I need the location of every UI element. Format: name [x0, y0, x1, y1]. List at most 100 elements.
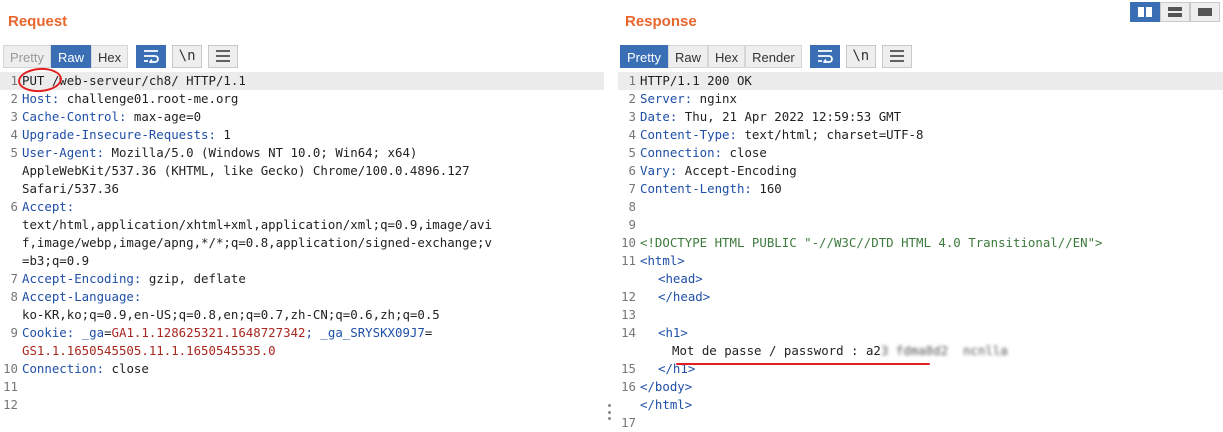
header-name: Host:: [22, 91, 60, 106]
response-show-newlines-button[interactable]: \n: [845, 44, 876, 68]
line-number: 7: [10, 271, 18, 286]
request-header-line: 6 Accept:: [0, 198, 604, 216]
request-header-line: 10 Connection: close: [0, 360, 604, 378]
request-method: PUT: [22, 73, 45, 88]
line-number: 2: [10, 91, 18, 106]
header-value: close: [722, 145, 767, 160]
header-value-continued: Safari/537.36: [22, 181, 119, 196]
header-value-continued: text/html,application/xhtml+xml,applicat…: [22, 217, 492, 232]
cookie-value: GS1.1.1650545505.11.1.1650545535.0: [22, 343, 276, 358]
request-editor[interactable]: 1 PUT /web-serveur/ch8/ HTTP/1.1 2 Host: …: [0, 72, 604, 432]
menu-icon: [216, 50, 231, 62]
header-name: Upgrade-Insecure-Requests:: [22, 127, 216, 142]
response-tab-render[interactable]: Render: [745, 44, 802, 68]
h1-close-tag: </h1>: [658, 361, 696, 376]
line-number: 7: [628, 181, 636, 196]
request-empty-line: 11: [0, 378, 604, 396]
line-number: 12: [3, 397, 18, 412]
request-pane: Request Pretty Raw Hex \n 1 PUT /web-ser…: [0, 0, 604, 432]
response-header-line: 7 Content-Length: 160: [618, 180, 1223, 198]
line-number: 5: [10, 145, 18, 160]
request-line-1: 1 PUT /web-serveur/ch8/ HTTP/1.1: [0, 72, 604, 90]
line-number: 2: [628, 91, 636, 106]
line-number: 4: [10, 127, 18, 142]
header-value: Thu, 21 Apr 2022 12:59:53 GMT: [677, 109, 902, 124]
request-tab-raw[interactable]: Raw: [50, 44, 91, 68]
line-number: 3: [628, 109, 636, 124]
request-wrapped-line: ko-KR,ko;q=0.9,en-US;q=0.8,en;q=0.7,zh-C…: [0, 306, 604, 324]
pane-splitter[interactable]: [608, 404, 612, 420]
line-number: 1: [10, 73, 18, 88]
layout-side-by-side-button[interactable]: [1130, 2, 1160, 22]
request-wrap-lines-button[interactable]: [136, 44, 167, 68]
header-name: User-Agent:: [22, 145, 105, 160]
request-empty-line: 12: [0, 396, 604, 414]
response-body-line: 11 <html>: [621, 253, 685, 268]
response-body-line: 10 <!DOCTYPE HTML PUBLIC "-//W3C//DTD HTM…: [621, 235, 1103, 250]
html-open-tag: <html>: [640, 253, 685, 268]
response-header-line: 4 Content-Type: text/html; charset=UTF-8: [618, 126, 1223, 144]
request-show-newlines-button[interactable]: \n: [172, 44, 203, 68]
request-toolbar: Pretty Raw Hex \n: [3, 44, 239, 68]
response-empty-line: 9: [628, 217, 636, 232]
request-wrapped-line: Safari/537.36: [0, 180, 604, 198]
request-tab-hex[interactable]: Hex: [90, 44, 129, 68]
header-value: 160: [751, 181, 782, 196]
response-header-line: 3 Date: Thu, 21 Apr 2022 12:59:53 GMT: [618, 108, 1223, 126]
header-name: Content-Type:: [640, 127, 737, 142]
header-value-continued: f,image/webp,image/apng,*/*;q=0.8,applic…: [22, 235, 492, 250]
request-wrapped-line: AppleWebKit/537.36 (KHTML, like Gecko) C…: [0, 162, 604, 180]
head-close-tag: </head>: [658, 289, 711, 304]
header-name: Accept-Encoding:: [22, 271, 142, 286]
response-status-line: 1 HTTP/1.1 200 OK: [618, 72, 1223, 90]
header-value-continued: ko-KR,ko;q=0.9,en-US;q=0.8,en;q=0.7,zh-C…: [22, 307, 440, 322]
request-view-tabs: Pretty Raw Hex: [3, 44, 129, 68]
response-body-line: </html>: [618, 396, 1223, 414]
password-value: a2: [865, 343, 881, 358]
header-value: text/html; charset=UTF-8: [736, 127, 924, 142]
request-menu-button[interactable]: [208, 44, 239, 68]
h1-open-tag: <h1>: [658, 325, 688, 340]
response-empty-line: 8: [628, 199, 636, 214]
response-tab-pretty[interactable]: Pretty: [620, 44, 668, 68]
response-view-tabs: Pretty Raw Hex Render: [620, 44, 802, 68]
html-close-tag: </html>: [640, 397, 693, 412]
header-name: Content-Length:: [640, 181, 752, 196]
response-body-line: 14 <h1>: [621, 325, 688, 340]
header-value: nginx: [692, 91, 737, 106]
header-name: Connection:: [640, 145, 723, 160]
header-name: Vary:: [640, 163, 678, 178]
doctype: <!DOCTYPE HTML PUBLIC "-//W3C//DTD HTML …: [640, 235, 1103, 250]
response-menu-button[interactable]: [881, 44, 912, 68]
line-number: 9: [10, 325, 18, 340]
response-editor[interactable]: 1 HTTP/1.1 200 OK 2 Server: nginx 3 Date: T…: [618, 72, 1223, 432]
response-empty-line: 13: [621, 307, 636, 322]
request-header-line: 9 Cookie: _ga=GA1.1.128625321.1648727342;…: [0, 324, 604, 342]
response-toolbar: Pretty Raw Hex Render \n: [620, 44, 912, 68]
response-body-line: <head>: [618, 270, 1223, 288]
response-tab-hex[interactable]: Hex: [707, 44, 746, 68]
response-tab-raw[interactable]: Raw: [667, 44, 708, 68]
response-header-line: 2 Server: nginx: [618, 90, 1223, 108]
header-value: 1: [215, 127, 231, 142]
response-wrap-lines-button[interactable]: [809, 44, 840, 68]
request-wrapped-line: =b3;q=0.9: [0, 252, 604, 270]
layout-stacked-button[interactable]: [1160, 2, 1190, 22]
columns-icon: [1138, 7, 1152, 17]
header-value: max-age=0: [126, 109, 202, 124]
request-header-line: 4 Upgrade-Insecure-Requests: 1: [0, 126, 604, 144]
request-header-line: 5 User-Agent: Mozilla/5.0 (Windows NT 10.…: [0, 144, 604, 162]
layout-toggles: [1130, 2, 1220, 22]
line-number: 3: [10, 109, 18, 124]
menu-icon: [889, 50, 904, 62]
request-wrapped-line: f,image/webp,image/apng,*/*;q=0.8,applic…: [0, 234, 604, 252]
single-pane-icon: [1198, 8, 1212, 16]
request-header-line: 8 Accept-Language:: [0, 288, 604, 306]
response-pane: Response Pretty Raw Hex Render \n 1 HTTP/…: [618, 0, 1223, 432]
header-value-continued: AppleWebKit/537.36 (KHTML, like Gecko) C…: [22, 163, 470, 178]
line-number: 6: [628, 163, 636, 178]
header-value: challenge01.root-me.org: [59, 91, 239, 106]
header-name: Connection:: [22, 361, 105, 376]
request-tab-pretty[interactable]: Pretty: [3, 44, 51, 68]
layout-tabs-button[interactable]: [1190, 2, 1220, 22]
